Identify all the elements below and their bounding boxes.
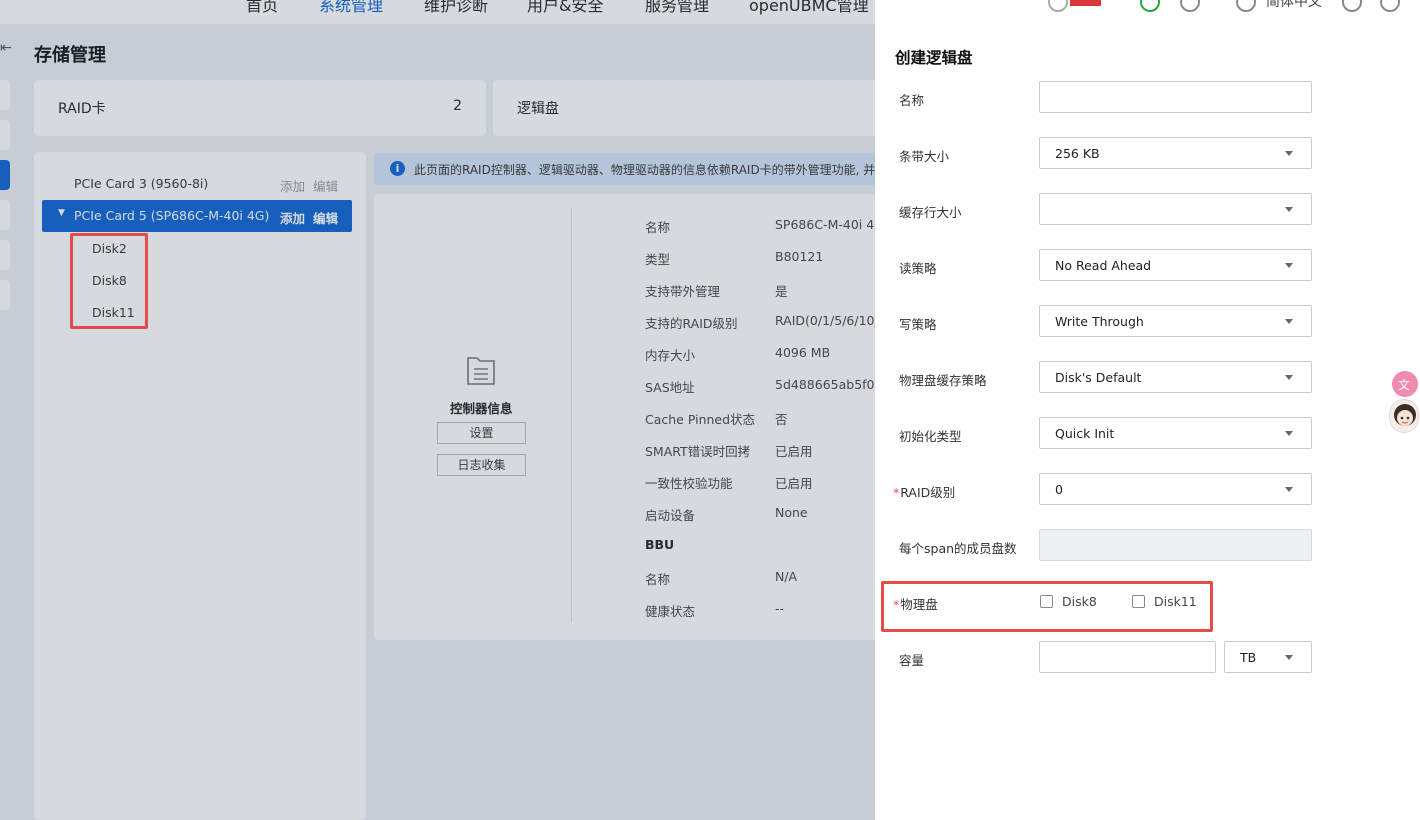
modal-overlay[interactable] xyxy=(0,0,875,820)
strip-size-select[interactable]: 256 KB xyxy=(1039,137,1312,169)
capacity-label: 容量 xyxy=(899,653,925,668)
svg-text:文: 文 xyxy=(1398,377,1410,392)
span-members-input xyxy=(1039,529,1312,561)
strip-size-label: 条带大小 xyxy=(899,149,950,164)
help-icon[interactable] xyxy=(1380,0,1400,12)
chevron-down-icon xyxy=(1285,487,1293,492)
strip-size-value: 256 KB xyxy=(1055,146,1100,161)
write-policy-value: Write Through xyxy=(1055,314,1144,329)
write-policy-select[interactable]: Write Through xyxy=(1039,305,1312,337)
chevron-down-icon xyxy=(1285,319,1293,324)
chevron-down-icon xyxy=(1285,431,1293,436)
user-icon[interactable] xyxy=(1342,0,1362,12)
disk-cache-policy-label: 物理盘缓存策略 xyxy=(899,373,987,388)
write-policy-label: 写策略 xyxy=(899,317,937,332)
init-type-label: 初始化类型 xyxy=(899,429,962,444)
leaf-icon[interactable] xyxy=(1048,0,1068,12)
span-members-label: 每个span的成员盘数 xyxy=(899,541,1017,556)
init-type-value: Quick Init xyxy=(1055,426,1115,441)
init-type-select[interactable]: Quick Init xyxy=(1039,417,1312,449)
capacity-unit-select[interactable]: TB xyxy=(1224,641,1312,673)
health-status-icon[interactable] xyxy=(1140,0,1160,12)
alarm-badge[interactable] xyxy=(1070,0,1101,6)
read-policy-select[interactable]: No Read Ahead xyxy=(1039,249,1312,281)
read-policy-value: No Read Ahead xyxy=(1055,258,1152,273)
chevron-down-icon xyxy=(1285,151,1293,156)
create-logical-disk-drawer: 创建逻辑盘 名称 条带大小 256 KB 缓存行大小 读策略 No Read A… xyxy=(875,24,1420,820)
annotation-highlight-physical-disks xyxy=(881,581,1213,632)
required-mark: * xyxy=(893,485,900,500)
cache-line-label: 缓存行大小 xyxy=(899,205,962,220)
name-label: 名称 xyxy=(899,93,925,108)
name-input[interactable] xyxy=(1039,81,1312,113)
cache-line-select[interactable] xyxy=(1039,193,1312,225)
chevron-down-icon xyxy=(1285,207,1293,212)
raid-level-select[interactable]: 0 xyxy=(1039,473,1312,505)
translate-icon[interactable]: 文 xyxy=(1392,371,1418,397)
chevron-down-icon xyxy=(1285,375,1293,380)
capacity-unit-value: TB xyxy=(1240,650,1257,665)
disk-cache-policy-select[interactable]: Disk's Default xyxy=(1039,361,1312,393)
language-label[interactable]: 简体中文 xyxy=(1266,0,1322,11)
read-policy-label: 读策略 xyxy=(899,261,937,276)
raid-level-label: *RAID级别 xyxy=(893,482,955,501)
annotation-highlight-tree-disks xyxy=(70,233,148,329)
capacity-input[interactable] xyxy=(1039,641,1216,673)
assistant-avatar-icon[interactable] xyxy=(1389,399,1419,433)
raid-level-value: 0 xyxy=(1055,482,1063,497)
chevron-down-icon xyxy=(1285,263,1293,268)
disk-cache-policy-value: Disk's Default xyxy=(1055,370,1142,385)
power-icon[interactable] xyxy=(1180,0,1200,12)
raid-level-label-text: RAID级别 xyxy=(900,485,956,500)
chevron-down-icon xyxy=(1285,655,1293,660)
drawer-title: 创建逻辑盘 xyxy=(895,49,973,67)
language-icon[interactable] xyxy=(1236,0,1256,12)
